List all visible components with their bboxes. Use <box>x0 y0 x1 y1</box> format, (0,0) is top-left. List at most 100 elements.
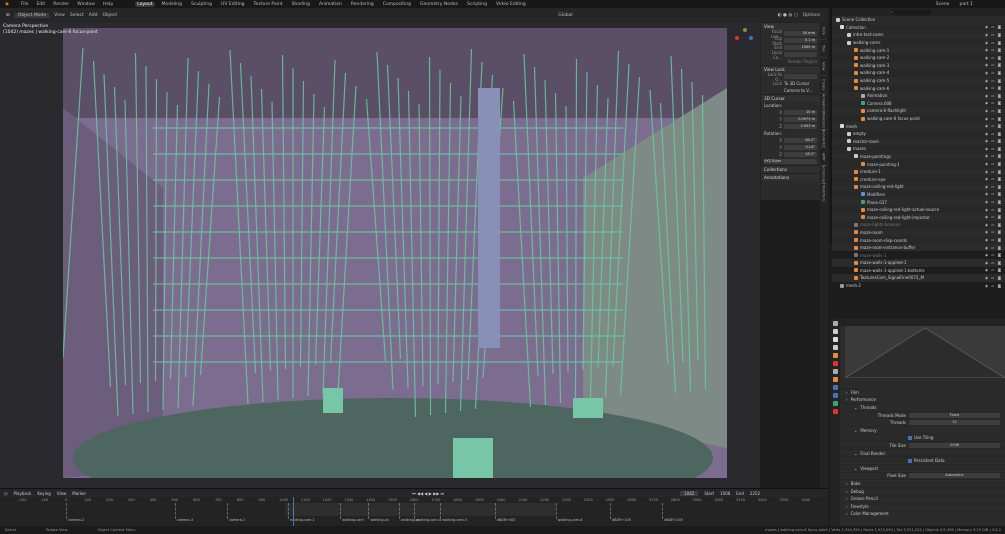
outliner-item[interactable]: walking-cam-3 ◉ ▭ ◙ <box>832 61 1005 70</box>
visibility-icons[interactable]: ◉ ▭ ◙ <box>985 276 1002 280</box>
properties-tab-icon[interactable] <box>832 353 838 358</box>
outliner-item[interactable]: walking-cam-6 ◉ ▭ ◙ <box>832 84 1005 92</box>
visibility-icons[interactable]: ◉ ▭ ◙ <box>985 33 1002 37</box>
outliner-item[interactable]: Animation ◉ ▭ ◙ <box>832 91 1005 100</box>
timeline-marker[interactable] <box>174 503 176 519</box>
outliner-item[interactable]: maze-room-entrance-buffer ◉ ▭ ◙ <box>832 243 1005 252</box>
tab-workspace[interactable]: Compositing <box>381 2 413 7</box>
checkbox[interactable] <box>908 458 912 463</box>
playback-menu[interactable]: Playback <box>14 491 32 496</box>
visibility-icons[interactable]: ◉ ▭ ◙ <box>985 170 1002 174</box>
cursor-loc-field[interactable]: 10 m <box>784 110 817 115</box>
outliner-item[interactable]: Camera.008 ◉ ▭ ◙ <box>832 100 1005 108</box>
prop-sub[interactable]: ⌄ Final Render <box>832 448 1005 457</box>
outliner-item[interactable]: reactor-room ◉ ▭ ◙ <box>832 137 1005 146</box>
keying-menu[interactable]: Keying <box>37 491 50 496</box>
visibility-icons[interactable]: ◉ ▭ ◙ <box>985 109 1002 113</box>
tab-workspace[interactable]: Modeling <box>160 2 184 7</box>
visibility-icons[interactable]: ◉ ▭ ◙ <box>985 117 1002 121</box>
visibility-icons[interactable]: ◉ ▭ ◙ <box>985 284 1002 288</box>
outliner-item[interactable]: walking-cam-2 ◉ ▭ ◙ <box>832 54 1005 62</box>
outliner-item[interactable]: walking-cam-4 ◉ ▭ ◙ <box>832 69 1005 77</box>
visibility-icons[interactable]: ◉ ▭ ◙ <box>985 56 1002 60</box>
cursor-loc-field[interactable]: 2.953 m <box>784 124 817 129</box>
outliner-item[interactable]: mazes ◉ ▭ ◙ <box>832 145 1005 153</box>
prop-field[interactable]: Threads Mode Fixed <box>832 410 1005 419</box>
to-3d-cursor-checkbox[interactable]: To 3D Cursor <box>784 81 810 86</box>
camera-to-view-checkbox[interactable]: Camera to V... <box>784 88 812 93</box>
marker-menu[interactable]: Marker <box>72 491 86 496</box>
properties-tab-icon[interactable] <box>832 329 838 334</box>
field-value[interactable]: Automatic <box>909 473 1000 479</box>
prop-panel[interactable]: › Debug <box>832 486 1005 495</box>
properties-tab-icon[interactable] <box>832 321 838 326</box>
visibility-icons[interactable]: ◉ ▭ ◙ <box>985 154 1002 158</box>
mode-select[interactable]: Object Mode <box>14 12 50 18</box>
outliner-item[interactable]: empty ◉ ▭ ◙ <box>832 130 1005 138</box>
outliner-item[interactable]: mesh ◉ ▭ ◙ <box>832 122 1005 130</box>
prop-field[interactable]: Pixel Size Automatic <box>832 471 1005 480</box>
tab-workspace[interactable]: Sculpting <box>189 2 214 7</box>
sidebar-tab[interactable]: Relations <box>820 112 827 130</box>
properties-tab-icon[interactable] <box>832 409 838 414</box>
outliner-item[interactable]: TexturesCom_SignalFine0073_M ◉ ▭ ◙ <box>832 274 1005 282</box>
sidebar-tab[interactable]: Create <box>820 76 827 94</box>
outliner-item[interactable]: camera-6-flashlight ◉ ▭ ◙ <box>832 107 1005 115</box>
outliner-item[interactable]: walking-cams ◉ ▭ ◙ <box>832 39 1005 47</box>
prop-panel[interactable]: › Freestyle <box>832 501 1005 510</box>
properties-tab-icon[interactable] <box>832 345 838 350</box>
sidebar-tab[interactable]: AMP <box>820 148 827 166</box>
outliner-item[interactable]: Plane.037 ◉ ▭ ◙ <box>832 198 1005 206</box>
tab-workspace[interactable]: Scripting <box>465 2 489 7</box>
menu-render[interactable]: Render <box>51 2 71 7</box>
prop-sub[interactable]: ⌄ Viewport <box>832 463 1005 472</box>
prop-field[interactable]: Tile Size 2048 <box>832 441 1005 449</box>
visibility-icons[interactable]: ◉ ▭ ◙ <box>985 63 1002 67</box>
outliner-item[interactable]: maze-ceiling-red-light-impostor ◉ ▭ ◙ <box>832 213 1005 222</box>
menu-window[interactable]: Window <box>75 2 97 7</box>
outliner-item[interactable]: maze-walls-1-applied-1-bottoms ◉ ▭ ◙ <box>832 267 1005 275</box>
timeline-marker[interactable] <box>610 503 611 519</box>
editor-type-icon[interactable]: ◷ <box>4 491 8 496</box>
visibility-icons[interactable]: ◉ ▭ ◙ <box>985 162 1002 166</box>
sidebar-tab[interactable]: Animation <box>820 94 827 112</box>
visibility-icons[interactable]: ◉ ▭ ◙ <box>985 86 1002 90</box>
outliner-item[interactable]: maze-room ◉ ▭ ◙ <box>832 228 1005 237</box>
cursor-loc-field[interactable]: 0.0973 m <box>784 117 817 122</box>
prop-check[interactable]: Use Tiling <box>832 433 1005 442</box>
outliner-item[interactable]: maze-room-disp-coords ◉ ▭ ◙ <box>832 236 1005 244</box>
outliner-item[interactable]: Collection ◉ ▭ ◙ <box>832 24 1005 32</box>
end-frame-field[interactable]: 2252 <box>750 491 760 496</box>
outliner-item[interactable]: creature-eye ◉ ▭ ◙ <box>832 175 1005 183</box>
local-camera-field[interactable] <box>784 52 817 57</box>
visibility-icons[interactable]: ◉ ▭ ◙ <box>985 185 1002 189</box>
collections-header[interactable]: Collections <box>761 165 820 173</box>
start-frame-field[interactable]: 1008 <box>720 491 730 496</box>
sidebar-tab[interactable]: Item <box>820 22 827 40</box>
cursor-rot-field[interactable]: 0.14° <box>784 145 817 150</box>
view-layer-selector[interactable]: part 1 <box>957 2 975 7</box>
visibility-icons[interactable]: ◉ ▭ ◙ <box>985 261 1002 265</box>
checkbox[interactable] <box>908 435 912 440</box>
visibility-icons[interactable]: ◉ ▭ ◙ <box>985 124 1002 128</box>
sidebar-tab[interactable]: Screencast <box>820 165 827 184</box>
blender-logo-icon[interactable]: ◉ <box>3 2 11 7</box>
visibility-icons[interactable]: ◉ ▭ ◙ <box>985 79 1002 83</box>
tab-workspace[interactable]: Geometry Nodes <box>418 2 460 7</box>
options-button[interactable]: Options <box>803 13 820 18</box>
outliner-item[interactable]: creature-1 ◉ ▭ ◙ <box>832 167 1005 176</box>
visibility-icons[interactable]: ◉ ▭ ◙ <box>985 177 1002 181</box>
properties-tab-icon[interactable] <box>832 337 838 342</box>
visibility-icons[interactable]: ◉ ▭ ◙ <box>985 200 1002 204</box>
tab-workspace[interactable]: Rendering <box>349 2 376 7</box>
search-icon[interactable]: ⌕ <box>891 9 931 15</box>
menu-help[interactable]: Help <box>101 2 115 7</box>
timeline-marker[interactable] <box>227 503 229 519</box>
timeline-marker[interactable] <box>66 503 67 519</box>
menu-file[interactable]: File <box>19 2 31 7</box>
prop-sub[interactable]: ⌄ Memory <box>832 425 1005 434</box>
outliner-item[interactable]: maze-walls-1-applied-1 ◉ ▭ ◙ <box>832 259 1005 267</box>
lock-to-object-field[interactable] <box>784 74 817 79</box>
playback-controls[interactable]: ⏮ ◀◀ ◀ ▶ ▶▶ ⏭ <box>412 491 444 496</box>
sidebar-tab[interactable]: Tool <box>820 40 827 58</box>
